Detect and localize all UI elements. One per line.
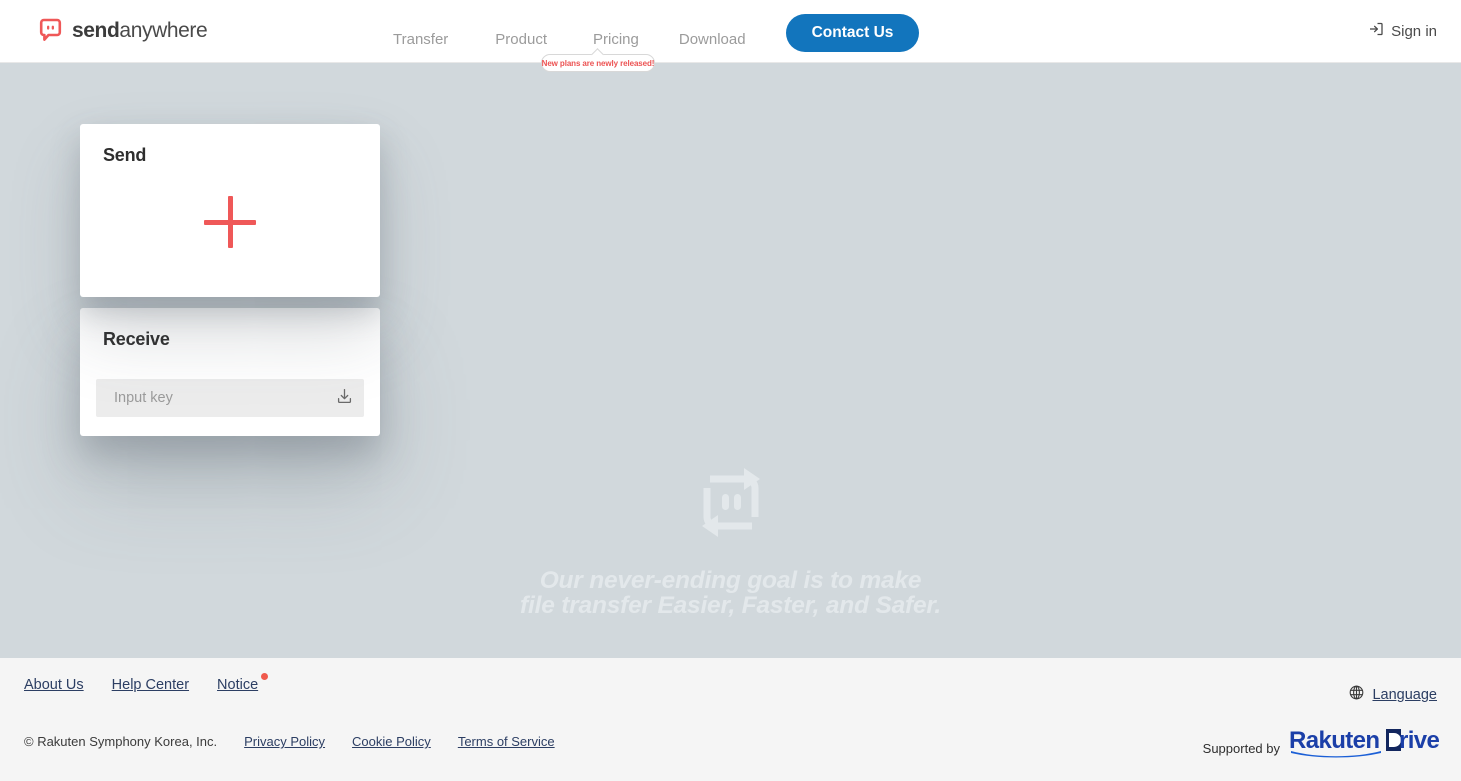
footer-link-terms-of-service[interactable]: Terms of Service — [458, 734, 555, 749]
contact-us-button[interactable]: Contact Us — [785, 14, 920, 52]
language-label: Language — [1372, 687, 1437, 703]
site-header: sendanywhere Transfer Product Pricing Do… — [0, 0, 1461, 72]
plus-icon — [204, 196, 256, 248]
language-selector[interactable]: Language — [1349, 685, 1437, 705]
pricing-tooltip: New plans are newly released! — [541, 48, 655, 72]
receive-download-button[interactable] — [324, 379, 364, 417]
sign-in-button[interactable]: Sign in — [1368, 21, 1437, 42]
brand-logo[interactable]: sendanywhere — [38, 18, 208, 43]
rakuten-drive-logo: Rakuten rive — [1289, 726, 1440, 763]
add-file-button[interactable] — [80, 196, 380, 248]
input-key-field[interactable] — [96, 379, 324, 417]
receive-card-title: Receive — [103, 329, 170, 349]
main-stage: Send Receive Input key Our never-ending … — [0, 63, 1461, 658]
footer-link-help-center[interactable]: Help Center — [112, 677, 189, 693]
tagline-line-2: file transfer Easier, Faster, and Safer. — [520, 592, 941, 619]
login-icon — [1368, 21, 1384, 42]
main-navigation: Transfer Product Pricing Download Contac… — [393, 14, 920, 58]
footer-link-about-us[interactable]: About Us — [24, 677, 84, 693]
send-card-title: Send — [103, 145, 147, 165]
footer-link-notice-label: Notice — [217, 677, 259, 693]
footer-link-cookie-policy[interactable]: Cookie Policy — [352, 734, 431, 749]
download-icon — [335, 387, 354, 409]
site-footer: About Us Help Center Notice Language © R… — [0, 658, 1461, 781]
nav-transfer[interactable]: Transfer — [393, 31, 448, 48]
receive-key-field — [96, 379, 364, 417]
page-root: sendanywhere Transfer Product Pricing Do… — [0, 0, 1461, 781]
footer-legal-group: © Rakuten Symphony Korea, Inc. Privacy P… — [24, 734, 555, 749]
svg-text:Rakuten: Rakuten — [1289, 727, 1380, 754]
footer-primary-links: About Us Help Center Notice — [24, 673, 269, 693]
nav-download[interactable]: Download — [679, 31, 746, 48]
footer-link-notice[interactable]: Notice — [217, 673, 269, 693]
nav-product[interactable]: Product — [495, 31, 547, 48]
tagline: Our never-ending goal is to make file tr… — [0, 568, 1461, 618]
supported-by-group: Supported by Rakuten rive — [1202, 726, 1440, 763]
globe-icon — [1349, 685, 1364, 705]
sendanywhere-watermark-icon — [696, 464, 766, 542]
sendanywhere-logo-icon — [38, 18, 63, 43]
nav-pricing[interactable]: Pricing — [593, 31, 639, 48]
brand-name-bold: send — [72, 18, 120, 42]
transfer-card-stack: Send Receive — [80, 124, 380, 436]
send-card[interactable]: Send — [80, 124, 380, 297]
brand-name-light: anywhere — [119, 18, 208, 42]
supported-by-label: Supported by — [1202, 741, 1280, 756]
notice-badge-dot-icon — [261, 673, 269, 680]
brand-logo-text: sendanywhere — [72, 18, 208, 43]
sign-in-label: Sign in — [1391, 23, 1437, 40]
tagline-line-1: Our never-ending goal is to make — [539, 567, 922, 594]
copyright-text: © Rakuten Symphony Korea, Inc. — [24, 734, 218, 749]
receive-card: Receive — [80, 308, 380, 436]
footer-link-privacy-policy[interactable]: Privacy Policy — [244, 734, 325, 749]
svg-text:rive: rive — [1399, 727, 1439, 754]
